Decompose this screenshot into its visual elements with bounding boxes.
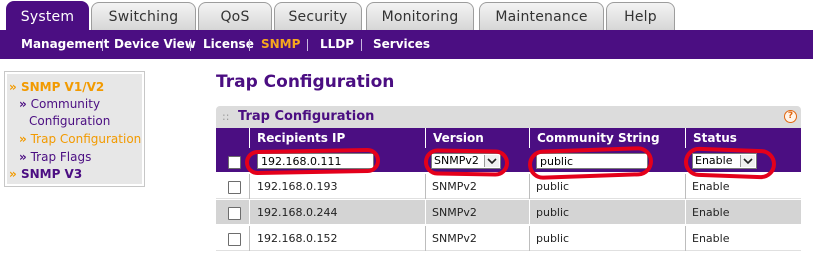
drag-grip-icon: :: — [222, 110, 230, 123]
cell-recipient-ip: 192.168.0.244 — [257, 206, 338, 219]
arrow-icon: » — [9, 80, 17, 94]
sidebar-section-label: SNMP V1/V2 — [20, 80, 105, 94]
cell-divider — [249, 226, 250, 251]
community-string-input[interactable] — [536, 153, 648, 169]
sidebar-item-community-configuration[interactable]: » Community Configuration — [19, 96, 110, 130]
recipient-ip-input[interactable] — [257, 153, 374, 169]
subnav-lldp[interactable]: LLDP — [320, 30, 354, 59]
panel-header: :: Trap Configuration ? — [216, 106, 801, 128]
subnav-separator — [249, 39, 250, 51]
tab-security[interactable]: Security — [274, 2, 362, 30]
sub-navigation: Management Device View License SNMP LLDP… — [0, 30, 813, 59]
sidebar-item-label: Trap Configuration — [30, 132, 142, 146]
tab-qos[interactable]: QoS — [198, 2, 272, 30]
cell-recipient-ip: 192.168.0.152 — [257, 232, 338, 245]
arrow-icon: » — [19, 150, 27, 164]
chevron-down-icon — [740, 155, 755, 167]
cell-divider — [249, 200, 250, 225]
panel-title: Trap Configuration — [238, 109, 375, 124]
sidebar-item-label: Community — [30, 97, 101, 111]
arrow-icon: » — [9, 167, 17, 181]
cell-version: SNMPv2 — [432, 206, 477, 219]
cell-community: public — [536, 180, 570, 193]
sidebar-section-snmp-v3[interactable]: » SNMP V3 — [9, 167, 82, 181]
tab-system[interactable]: System — [6, 1, 89, 31]
subnav-separator — [307, 39, 308, 51]
cell-status: Enable — [692, 206, 730, 219]
subnav-snmp[interactable]: SNMP — [261, 30, 300, 59]
cell-divider — [425, 226, 426, 251]
cell-community: public — [536, 232, 570, 245]
chevron-down-icon — [484, 155, 499, 167]
column-header-status: Status — [693, 131, 737, 145]
table-header: Recipients IP Version Community String S… — [216, 128, 801, 148]
row-select-checkbox[interactable] — [228, 233, 241, 246]
cell-divider — [529, 226, 530, 251]
row-select-checkbox[interactable] — [228, 207, 241, 220]
cell-version: SNMPv2 — [432, 232, 477, 245]
cell-divider — [529, 200, 530, 225]
tab-switching[interactable]: Switching — [91, 2, 196, 30]
column-header-recipients-ip: Recipients IP — [257, 131, 346, 145]
tab-maintenance[interactable]: Maintenance — [479, 2, 604, 30]
sidebar-item-label: Configuration — [29, 114, 111, 128]
cell-divider — [425, 174, 426, 199]
sidebar-item-trap-flags[interactable]: » Trap Flags — [19, 149, 91, 166]
cell-status: Enable — [692, 232, 730, 245]
version-select-value: SNMPv2 — [434, 154, 479, 167]
table-row: 192.168.0.193 SNMPv2 public Enable — [216, 174, 801, 199]
subnav-separator — [102, 39, 103, 51]
cell-divider — [425, 200, 426, 225]
sidebar: » SNMP V1/V2 » Community Configuration »… — [4, 71, 145, 187]
tab-help[interactable]: Help — [606, 2, 675, 30]
page-title: Trap Configuration — [216, 72, 395, 92]
status-select[interactable]: Enable — [692, 153, 757, 169]
sidebar-section-label: SNMP V3 — [20, 167, 83, 181]
arrow-icon: » — [19, 132, 27, 146]
status-select-value: Enable — [695, 154, 733, 167]
cell-recipient-ip: 192.168.0.193 — [257, 180, 338, 193]
subnav-management[interactable]: Management — [21, 30, 109, 59]
cell-status: Enable — [692, 180, 730, 193]
sidebar-panel: » SNMP V1/V2 » Community Configuration »… — [7, 74, 142, 184]
subnav-license[interactable]: License — [203, 30, 254, 59]
main-tab-bar: System Switching QoS Security Monitoring… — [0, 0, 813, 31]
column-header-community-string: Community String — [537, 131, 660, 145]
sidebar-item-label: Trap Flags — [30, 150, 92, 164]
sidebar-section-snmp-v1v2[interactable]: » SNMP V1/V2 — [9, 80, 104, 94]
cell-divider — [685, 226, 686, 251]
column-header-version: Version — [433, 131, 484, 145]
arrow-icon: » — [19, 97, 27, 111]
subnav-device-view[interactable]: Device View — [114, 30, 196, 59]
cell-divider — [529, 174, 530, 199]
row-select-checkbox[interactable] — [228, 156, 241, 169]
subnav-services[interactable]: Services — [373, 30, 430, 59]
subnav-separator — [190, 39, 191, 51]
sidebar-item-trap-configuration[interactable]: » Trap Configuration — [19, 131, 141, 148]
table-row: 192.168.0.244 SNMPv2 public Enable — [216, 200, 801, 225]
cell-divider — [685, 200, 686, 225]
subnav-separator — [361, 39, 362, 51]
cell-community: public — [536, 206, 570, 219]
cell-version: SNMPv2 — [432, 180, 477, 193]
help-icon[interactable]: ? — [784, 110, 797, 123]
row-select-checkbox[interactable] — [228, 181, 241, 194]
table-row: 192.168.0.152 SNMPv2 public Enable — [216, 226, 801, 251]
cell-divider — [685, 174, 686, 199]
table-row-edit: SNMPv2 Enable — [216, 148, 801, 173]
tab-monitoring[interactable]: Monitoring — [366, 2, 474, 30]
cell-divider — [249, 174, 250, 199]
version-select[interactable]: SNMPv2 — [431, 153, 501, 169]
